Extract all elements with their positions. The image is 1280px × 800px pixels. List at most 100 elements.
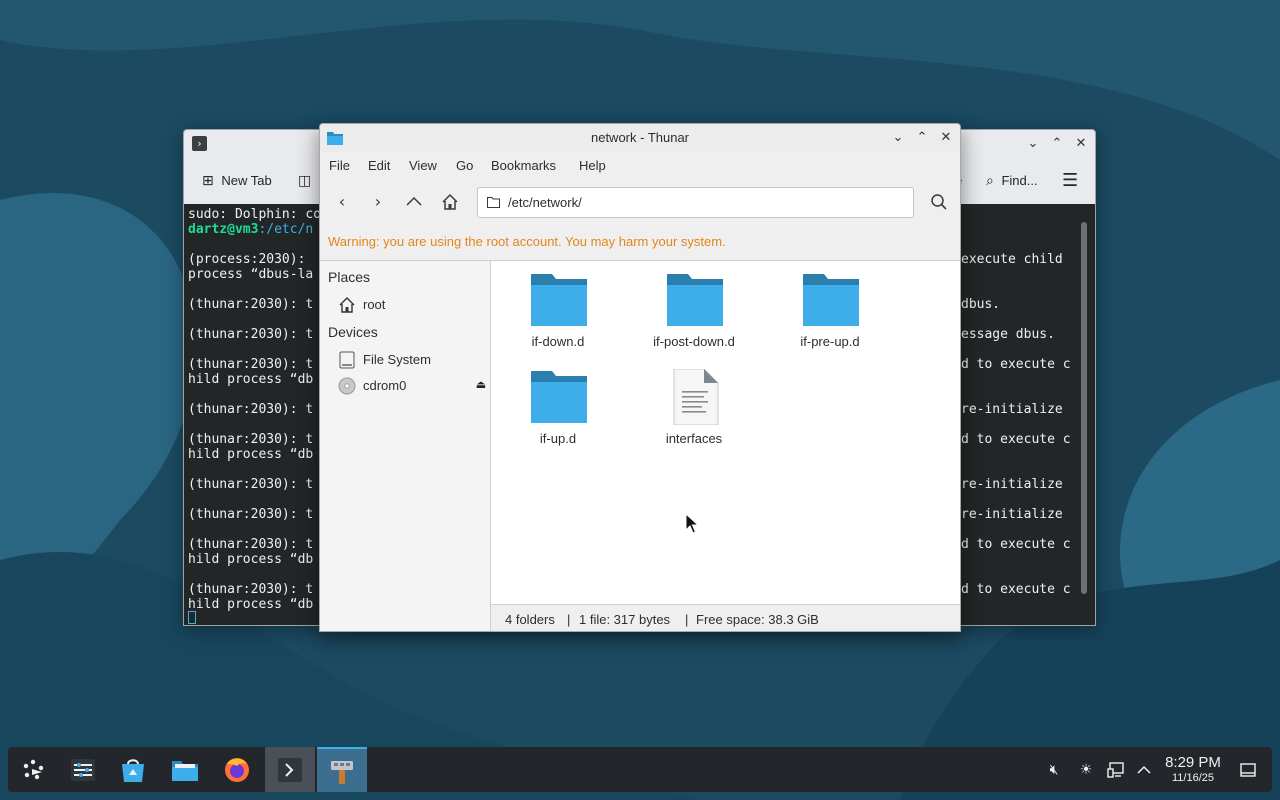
back-button[interactable]: ‹ bbox=[330, 190, 354, 214]
split-view-button[interactable]: ◫ bbox=[298, 170, 311, 192]
system-settings-button[interactable] bbox=[58, 747, 108, 792]
new-tab-icon: ⊞ bbox=[202, 173, 214, 189]
folder-item[interactable]: if-up.d bbox=[498, 361, 618, 447]
places-header: Places bbox=[328, 269, 371, 285]
terminal-line: re-initialize bbox=[961, 507, 1063, 522]
chevron-right-icon: › bbox=[374, 192, 382, 211]
close-button[interactable]: ✕ bbox=[1072, 135, 1090, 153]
terminal-line: execute child bbox=[961, 252, 1063, 267]
brightness-icon[interactable]: ☀ bbox=[1076, 760, 1096, 780]
devices-header: Devices bbox=[328, 324, 378, 340]
clock-date[interactable]: 11/16/25 bbox=[1158, 772, 1228, 784]
maximize-button[interactable]: ⌃ bbox=[913, 129, 931, 147]
show-desktop-button[interactable] bbox=[1238, 760, 1258, 780]
folder-icon bbox=[803, 274, 859, 326]
terminal-line: d to execute c bbox=[961, 432, 1071, 447]
konsole-icon bbox=[278, 758, 302, 782]
terminal-line: (thunar:2030): t bbox=[188, 297, 314, 312]
new-tab-button[interactable]: ⊞ New Tab bbox=[202, 170, 272, 192]
chevron-up-icon bbox=[406, 196, 422, 206]
menu-view[interactable]: View bbox=[409, 158, 437, 173]
folder-item[interactable]: if-post-down.d bbox=[634, 264, 754, 350]
menu-edit[interactable]: Edit bbox=[368, 158, 390, 173]
menu-go[interactable]: Go bbox=[456, 158, 473, 173]
up-button[interactable] bbox=[402, 190, 426, 214]
eject-icon[interactable]: ⏏ bbox=[474, 378, 488, 392]
terminal-line: (thunar:2030): t bbox=[188, 507, 314, 522]
thunar-task-button[interactable] bbox=[317, 747, 367, 792]
firefox-button[interactable] bbox=[212, 747, 262, 792]
terminal-line: (thunar:2030): t bbox=[188, 582, 314, 597]
network-icon[interactable] bbox=[1106, 760, 1126, 780]
maximize-button[interactable]: ⌃ bbox=[1048, 135, 1066, 153]
file-name-label: if-post-down.d bbox=[653, 334, 735, 349]
find-button[interactable]: ⌕ Find... bbox=[986, 170, 1038, 192]
sidebar-item-cdrom0[interactable]: cdrom0 bbox=[320, 375, 480, 397]
discover-store-button[interactable] bbox=[108, 747, 158, 792]
folder-icon bbox=[487, 197, 500, 208]
search-icon bbox=[931, 194, 947, 210]
thunar-window[interactable]: network - Thunar ⌄ ⌃ ✕ File Edit View Go… bbox=[319, 123, 961, 632]
sidebar-item-file-system[interactable]: File System bbox=[320, 349, 480, 371]
terminal-line: (process:2030): bbox=[188, 252, 314, 267]
chevron-up-icon bbox=[1137, 765, 1151, 774]
window-title: network - Thunar bbox=[590, 130, 690, 145]
search-icon: ⌕ bbox=[986, 173, 994, 189]
terminal-icon: › bbox=[192, 136, 207, 151]
app-launcher-button[interactable] bbox=[8, 747, 58, 792]
terminal-line: hild process “db bbox=[188, 597, 314, 612]
clock-time[interactable]: 8:29 PM bbox=[1158, 754, 1228, 771]
sidebar-item-root[interactable]: root bbox=[320, 294, 480, 316]
terminal-line: hild process “db bbox=[188, 372, 314, 387]
status-folder-count: 4 folders bbox=[505, 612, 555, 627]
status-bar: 4 folders | 1 file: 317 bytes | Free spa… bbox=[491, 604, 960, 631]
thunar-content: Places root Devices File System cdrom0 ⏏… bbox=[320, 260, 960, 631]
terminal-line: process “dbus-la bbox=[188, 267, 314, 282]
prompt-path: :/etc/n bbox=[258, 222, 314, 237]
folder-icon bbox=[667, 274, 723, 326]
file-name-label: if-up.d bbox=[539, 431, 577, 446]
hamburger-menu-icon[interactable]: ☰ bbox=[1062, 170, 1078, 192]
close-button[interactable]: ✕ bbox=[937, 129, 955, 147]
menu-help[interactable]: Help bbox=[579, 158, 606, 173]
network-wired-icon bbox=[1107, 762, 1124, 778]
folder-item[interactable]: if-down.d bbox=[498, 264, 618, 350]
terminal-line: hild process “db bbox=[188, 552, 314, 567]
forward-button[interactable]: › bbox=[366, 190, 390, 214]
minimize-button[interactable]: ⌄ bbox=[1024, 135, 1042, 153]
search-button[interactable] bbox=[927, 190, 951, 214]
thunar-titlebar[interactable]: network - Thunar ⌄ ⌃ ✕ bbox=[320, 124, 960, 152]
terminal-line: d to execute c bbox=[961, 537, 1071, 552]
terminal-line: (thunar:2030): t bbox=[188, 327, 314, 342]
terminal-line: sudo: Dolphin: co bbox=[188, 207, 322, 222]
status-separator: | bbox=[567, 612, 571, 627]
home-button[interactable] bbox=[438, 190, 462, 214]
terminal-line: (thunar:2030): t bbox=[188, 477, 314, 492]
menubar: File Edit View Go Bookmarks Help bbox=[320, 152, 960, 180]
tray-expand-icon[interactable] bbox=[1134, 760, 1154, 780]
status-free-space: Free space: 38.3 GiB bbox=[696, 612, 819, 627]
menu-file[interactable]: File bbox=[329, 158, 350, 173]
file-view[interactable]: if-down.d if-post-down.d if-pre-up.d if-up.… bbox=[491, 261, 960, 604]
file-manager-button[interactable] bbox=[160, 747, 210, 792]
terminal-line: d to execute c bbox=[961, 357, 1071, 372]
folder-icon bbox=[531, 371, 587, 423]
optical-disc-icon bbox=[338, 377, 356, 395]
minimize-button[interactable]: ⌄ bbox=[889, 129, 907, 147]
file-item[interactable]: interfaces bbox=[634, 361, 754, 447]
konsole-task-button[interactable] bbox=[265, 747, 315, 792]
folder-item[interactable]: if-pre-up.d bbox=[770, 264, 890, 350]
file-manager-icon bbox=[172, 761, 198, 781]
terminal-cursor bbox=[188, 611, 196, 624]
terminal-line: dartz@vm3:/etc/n bbox=[188, 222, 313, 237]
app-launcher-icon bbox=[23, 759, 44, 780]
menu-bookmarks[interactable]: Bookmarks bbox=[491, 158, 556, 173]
folder-icon bbox=[531, 274, 587, 326]
firefox-icon bbox=[225, 758, 249, 782]
volume-muted-icon[interactable]: 🔇︎ bbox=[1044, 760, 1064, 780]
chevron-left-icon: ‹ bbox=[338, 192, 346, 211]
drive-icon bbox=[339, 351, 355, 369]
location-bar[interactable]: /etc/network/ bbox=[477, 187, 914, 218]
prompt-user-host: dartz@vm3 bbox=[188, 222, 259, 237]
terminal-scrollbar[interactable] bbox=[1081, 222, 1087, 594]
